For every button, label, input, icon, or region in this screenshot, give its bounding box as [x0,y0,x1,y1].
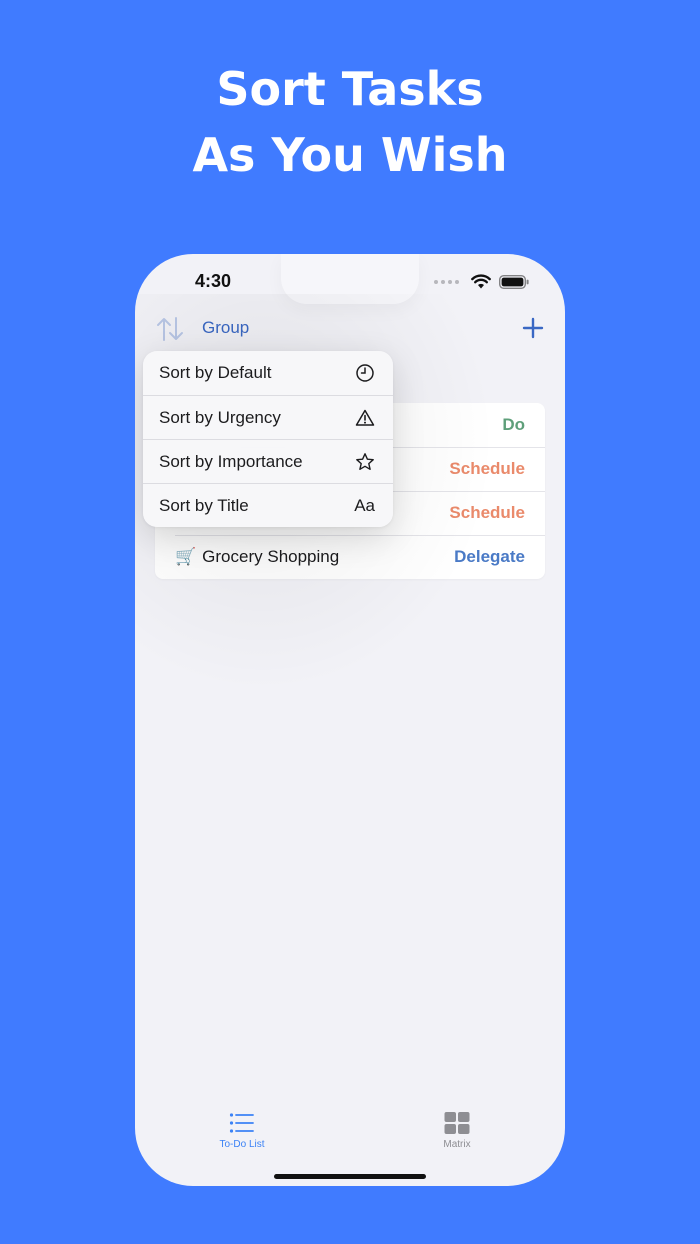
text-aa-icon: Aa [354,495,375,515]
sort-by-urgency-option[interactable]: Sort by Urgency [143,395,393,439]
tab-matrix[interactable]: Matrix [407,1112,507,1150]
add-task-button[interactable] [521,316,545,340]
task-title-text: Grocery Shopping [202,547,340,566]
headline: Sort Tasks As You Wish [0,56,700,188]
list-icon [229,1113,254,1133]
status-time: 4:30 [195,271,232,291]
clock-icon [355,363,375,383]
quadrant-tag-schedule: Schedule [449,503,525,522]
sort-menu: Sort by Default Sort by Urgency Sort by … [143,351,393,527]
grid-icon [444,1112,470,1134]
status-icons [434,274,529,289]
tab-todo-list[interactable]: To-Do List [192,1112,292,1150]
dynamic-island [281,254,419,304]
quadrant-tag-delegate: Delegate [454,547,525,566]
sort-by-importance-option[interactable]: Sort by Importance [143,439,393,483]
menu-item-label: Sort by Default [159,363,272,382]
cart-emoji-icon: 🛒 [175,547,197,566]
menu-item-label: Sort by Importance [159,451,303,471]
star-icon [355,452,375,472]
quadrant-tag-do: Do [502,415,525,434]
menu-item-label: Sort by Urgency [159,407,281,427]
headline-line-2: As You Wish [192,128,508,182]
quadrant-tag-schedule: Schedule [449,459,525,478]
group-button[interactable]: Group [202,318,249,338]
warning-icon [355,408,375,428]
tab-label: Matrix [443,1139,471,1150]
sort-by-default-option[interactable]: Sort by Default [143,351,393,395]
wifi-icon [471,274,491,289]
tab-label: To-Do List [219,1139,265,1150]
task-row[interactable]: 🛒 Grocery Shopping Delegate [155,535,545,579]
headline-line-1: Sort Tasks [216,62,484,116]
sort-by-title-option[interactable]: Sort by Title Aa [143,483,393,527]
home-indicator [274,1174,426,1179]
task-title: 🛒 Grocery Shopping [175,547,339,567]
sort-arrows-icon[interactable] [155,315,185,343]
signal-dots-icon [434,279,459,284]
battery-icon [499,274,529,289]
phone-frame: 4:30 Group Do Schedule Schedule 🛒 Grocer… [135,254,565,1186]
menu-item-label: Sort by Title [159,495,249,515]
